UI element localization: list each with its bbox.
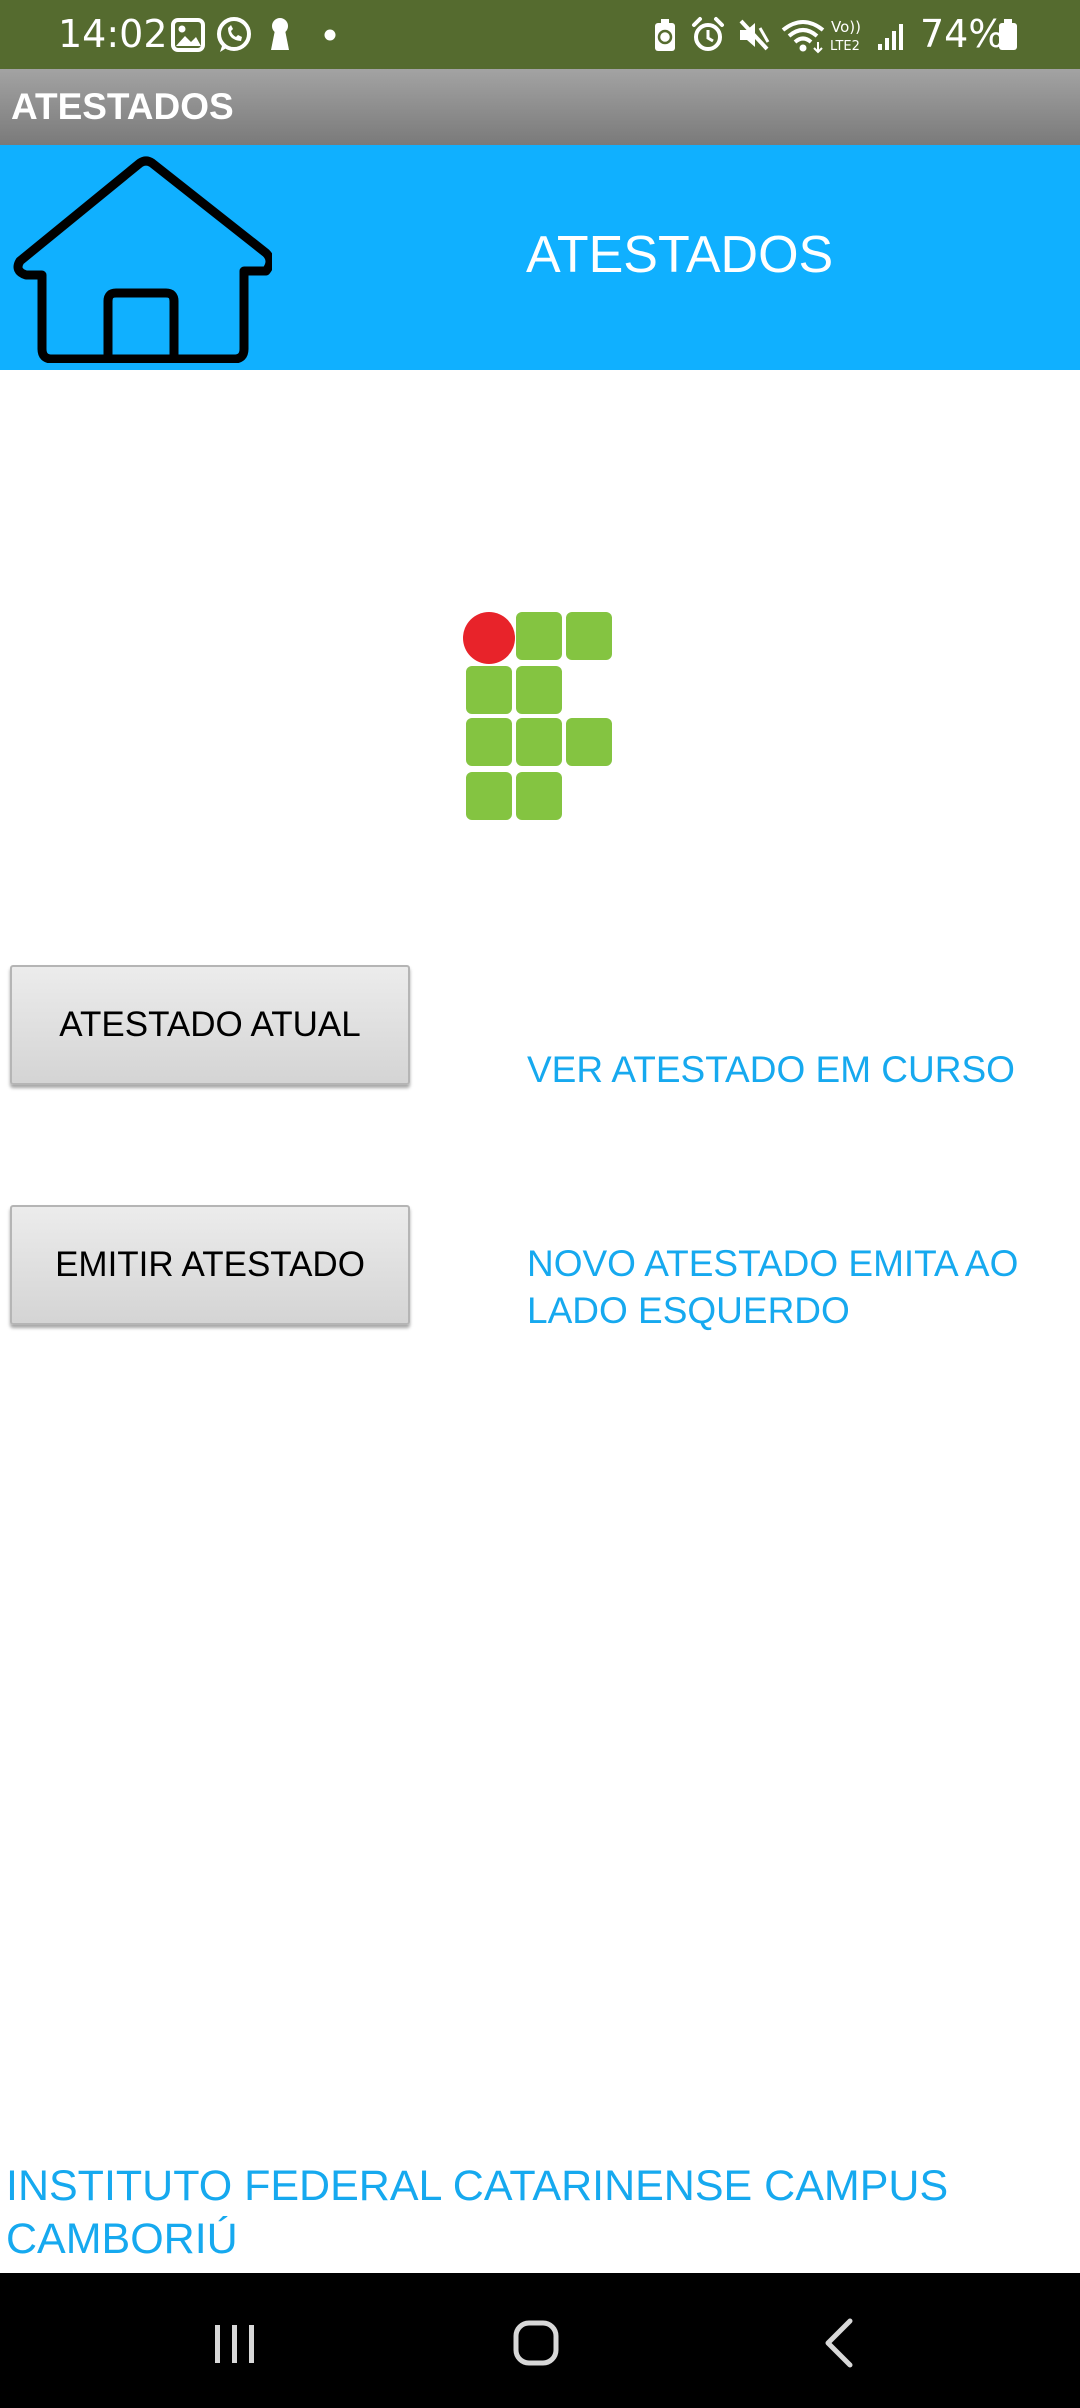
institution-footer: INSTITUTO FEDERAL CATARINENSE CAMPUS CAM… bbox=[6, 2162, 949, 2263]
gallery-icon bbox=[171, 18, 205, 52]
battery-saver-icon bbox=[655, 19, 675, 51]
svg-text:Vo)): Vo)) bbox=[831, 18, 861, 36]
keyhole-icon bbox=[271, 18, 289, 50]
signal-icon bbox=[878, 24, 903, 50]
svg-text:LTE2: LTE2 bbox=[830, 39, 860, 54]
status-time: 14:02 bbox=[58, 12, 168, 56]
atestado-atual-description: VER ATESTADO EM CURSO bbox=[527, 1049, 1015, 1090]
alarm-icon bbox=[692, 17, 724, 51]
atestado-atual-button[interactable]: ATESTADO ATUAL bbox=[10, 965, 410, 1085]
emitir-atestado-button[interactable]: EMITIR ATESTADO bbox=[10, 1205, 410, 1325]
wifi-icon bbox=[781, 20, 825, 54]
volte-lte2-icon: Vo)) LTE2 bbox=[830, 18, 861, 54]
header-banner: ATESTADOS bbox=[0, 145, 1080, 370]
mute-icon bbox=[739, 19, 770, 51]
dot-icon bbox=[324, 29, 336, 41]
whatsapp-icon bbox=[217, 17, 251, 52]
action-bar-title: ATESTADOS bbox=[11, 86, 234, 127]
system-nav-bar bbox=[0, 2273, 1080, 2408]
back-icon[interactable] bbox=[800, 2303, 880, 2383]
status-bar: 14:02 Vo)) LTE2 74% bbox=[0, 0, 1080, 69]
header-title: ATESTADOS bbox=[526, 226, 834, 284]
ifc-logo bbox=[463, 612, 612, 820]
emitir-atestado-description: NOVO ATESTADO EMITA AO LADO ESQUERDO bbox=[527, 1243, 1019, 1331]
home-button[interactable] bbox=[8, 153, 275, 364]
battery-percentage: 74% bbox=[920, 12, 1005, 56]
recent-apps-icon[interactable] bbox=[195, 2303, 275, 2383]
home-icon bbox=[13, 156, 275, 364]
battery-icon bbox=[999, 19, 1017, 50]
action-bar: ATESTADOS bbox=[0, 69, 1080, 145]
home-nav-icon[interactable] bbox=[496, 2303, 576, 2383]
